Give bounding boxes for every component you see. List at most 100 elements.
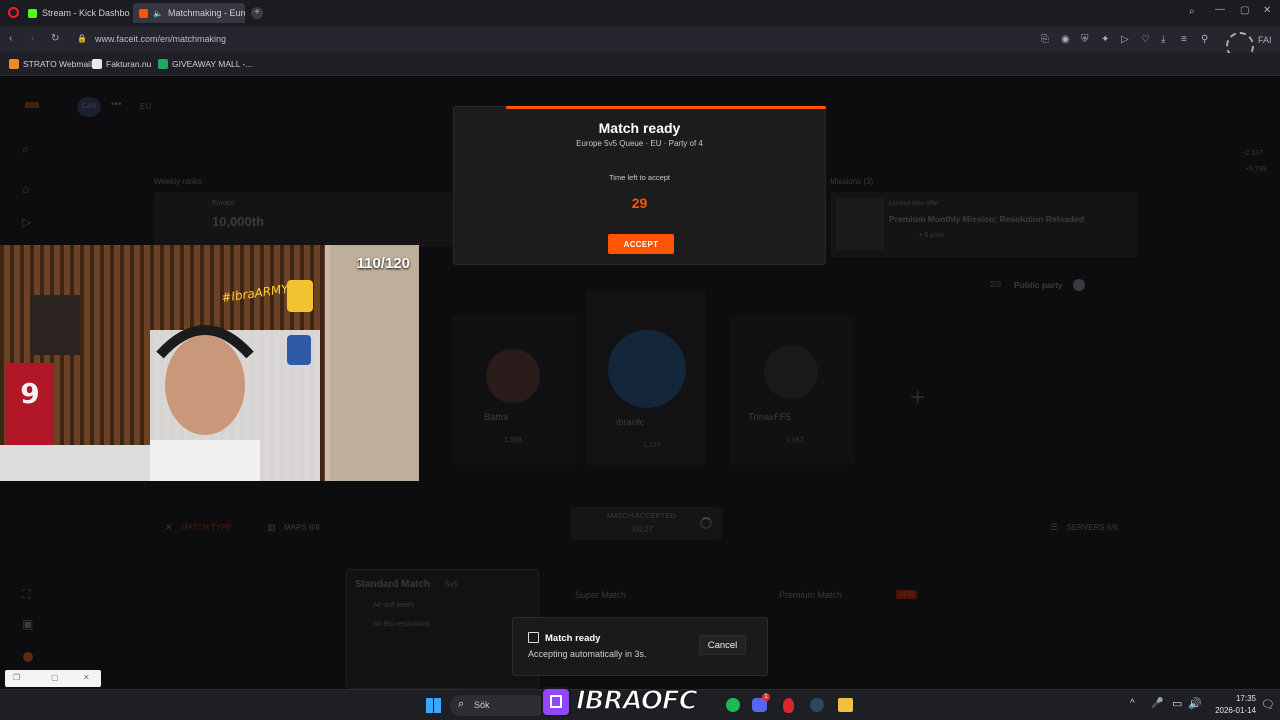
mode-title: Standard Match xyxy=(355,579,431,590)
match-accepted-status: MATCH ACCEPTED 00:27 xyxy=(570,507,722,540)
speaker-icon: 🔈 xyxy=(153,8,163,18)
url-text[interactable]: www.faceit.com/en/matchmaking xyxy=(95,34,226,44)
camera-icon[interactable]: ◉ xyxy=(1061,35,1070,45)
cancel-button[interactable]: Cancel xyxy=(699,635,746,655)
restore-icon[interactable]: ❐ xyxy=(13,673,20,682)
countdown-progress-bar xyxy=(506,106,826,109)
player-elo: 2,137 xyxy=(643,442,661,449)
download-icon[interactable]: ⤓ xyxy=(1161,35,1165,45)
new-tab-icon[interactable]: + xyxy=(251,7,263,19)
mission-card[interactable]: Limited time offer Premium Monthly Missi… xyxy=(830,192,1138,257)
search-icon: ⌕ xyxy=(458,698,465,710)
volume-icon[interactable]: 🔊 xyxy=(1188,697,1202,710)
streamer-name-overlay: IBRAOFC xyxy=(541,684,731,720)
notifications-icon[interactable]: 🗨 xyxy=(1261,698,1275,711)
bookmark-fakturan[interactable]: Fakturan.nu xyxy=(92,59,151,69)
search-icon[interactable]: ⌕ xyxy=(22,142,29,157)
search-label: Sök xyxy=(474,700,490,710)
play-nav-icon[interactable]: ▷ xyxy=(22,215,31,229)
back-icon[interactable]: ‹ xyxy=(9,34,12,44)
home-icon[interactable]: ⌂ xyxy=(22,182,29,196)
maximize-icon[interactable]: ▢ xyxy=(1240,6,1249,16)
toggle-switch-icon[interactable] xyxy=(1073,279,1085,291)
mode-card-standard[interactable]: Standard Match 5v5 All skill levels No E… xyxy=(346,569,539,689)
notification-dot-icon xyxy=(23,652,33,662)
match-type-label: MATCH TYPE xyxy=(181,523,232,532)
weekly-rank-card[interactable]: Europe 10,000th xyxy=(154,192,454,247)
mode-title-premium[interactable]: Premium Match xyxy=(779,590,842,600)
opera-logo-icon[interactable] xyxy=(8,7,19,18)
servers-tab[interactable]: ☰ SERVERS 6/6 xyxy=(1050,517,1118,535)
maps-tab[interactable]: ▥ MAPS 8/8 xyxy=(267,517,320,535)
match-accepted-label: MATCH ACCEPTED xyxy=(607,511,676,520)
webcam-overlay: 9 #IbraARMY 110/120 xyxy=(0,245,419,481)
tab-matchmaking[interactable]: 🔈 Matchmaking - Europ xyxy=(133,3,245,23)
taskbar-time[interactable]: 17:35 xyxy=(1212,694,1256,703)
minimize-icon[interactable]: — xyxy=(1215,5,1225,15)
reload-icon[interactable]: ↻ xyxy=(51,34,59,44)
mission-title: Premium Monthly Mission: Resolution Relo… xyxy=(889,214,1085,224)
right-stat-2: +9,739 xyxy=(1245,166,1267,173)
windows-start-icon[interactable] xyxy=(426,698,441,713)
forward-icon[interactable]: › xyxy=(31,34,34,44)
close-window-icon[interactable]: ✕ xyxy=(1263,6,1271,16)
modal-title: Match ready xyxy=(598,120,681,136)
heart-icon[interactable]: ♡ xyxy=(1141,35,1150,45)
extension-icon[interactable]: ✦ xyxy=(1101,35,1109,45)
shield-icon[interactable]: ⛨ xyxy=(1081,35,1089,45)
mode-line-1: All skill levels xyxy=(373,602,415,609)
new-badge: NEW xyxy=(896,590,918,599)
taskbar-date[interactable]: 2026-01-14 xyxy=(1208,706,1256,715)
region-label: EU xyxy=(140,102,152,111)
tournament-icon[interactable]: ⛶ xyxy=(22,587,30,602)
faceit-logo-icon[interactable] xyxy=(25,102,39,108)
mission-tag: Limited time offer xyxy=(889,200,939,207)
bookmark-strato[interactable]: STRATO Webmail xyxy=(9,59,92,69)
profile-label: FAI xyxy=(1258,35,1272,45)
player-slot-1[interactable]: Battol 1,558 xyxy=(452,315,577,465)
account-icon[interactable]: ⚲ xyxy=(1201,35,1208,45)
player-avatar xyxy=(764,345,818,399)
player-slot-3[interactable]: TrinaxFF5 1,167 xyxy=(730,315,855,465)
lock-icon: 🔒 xyxy=(77,34,87,43)
network-icon[interactable]: ▭ xyxy=(1172,697,1182,710)
add-player-icon[interactable]: + xyxy=(910,382,925,413)
tray-chevron-icon[interactable]: ^ xyxy=(1130,698,1135,709)
hub-avatar[interactable]: CAN xyxy=(77,97,101,117)
taskbar-search[interactable]: ⌕ Sök xyxy=(450,695,545,716)
party-toggle[interactable]: 2/3 Public party xyxy=(975,277,1095,293)
mode-line-2: No Elo restrictions xyxy=(373,621,430,628)
mode-size: 5v5 xyxy=(445,580,458,589)
player-slot-2[interactable]: ibraofc 2,137 xyxy=(586,290,706,465)
servers-label: SERVERS 6/6 xyxy=(1066,523,1118,532)
discord-badge: 1 xyxy=(762,693,770,701)
sub-goal-counter: 110/120 xyxy=(356,255,410,272)
mini-window-controls: ❐ ▢ ✕ xyxy=(5,670,101,687)
player-name: TrinaxFF5 xyxy=(748,412,791,423)
flame-app-icon[interactable] xyxy=(783,698,794,713)
menu-icon[interactable]: ≡ xyxy=(1181,35,1187,45)
play-icon[interactable]: ▷ xyxy=(1121,35,1129,45)
webcam-feed-image: 9 #IbraARMY xyxy=(0,245,419,481)
rank-value: 10,000th xyxy=(212,214,265,229)
spinner-icon xyxy=(700,517,712,529)
mode-title-super[interactable]: Super Match xyxy=(575,590,626,600)
accept-button[interactable]: ACCEPT xyxy=(608,234,674,254)
more-icon[interactable]: ••• xyxy=(111,99,122,110)
tab-label: Stream - Kick Dashboard xyxy=(42,8,130,18)
bookmark-giveaway-mall[interactable]: GIVEAWAY MALL -... xyxy=(158,59,252,69)
search-tabs-icon[interactable]: ⌕ xyxy=(1189,7,1195,17)
file-explorer-icon[interactable] xyxy=(838,698,853,712)
share-icon[interactable]: ⎘ xyxy=(1041,35,1049,45)
maximize-small-icon[interactable]: ▢ xyxy=(51,673,59,682)
steam-icon[interactable] xyxy=(810,698,824,712)
toast-message: Accepting automatically in 3s. xyxy=(528,649,647,659)
tab-kick-dashboard[interactable]: Stream - Kick Dashboard xyxy=(22,3,130,23)
countdown-value: 29 xyxy=(631,195,648,211)
player-avatar xyxy=(608,330,686,408)
microphone-icon[interactable]: 🎤 xyxy=(1151,698,1163,709)
shop-icon[interactable]: ▣ xyxy=(22,617,33,631)
match-type-tab[interactable]: ✕ MATCH TYPE xyxy=(165,517,232,535)
bookmark-label: Fakturan.nu xyxy=(106,59,152,69)
close-small-icon[interactable]: ✕ xyxy=(83,673,90,682)
